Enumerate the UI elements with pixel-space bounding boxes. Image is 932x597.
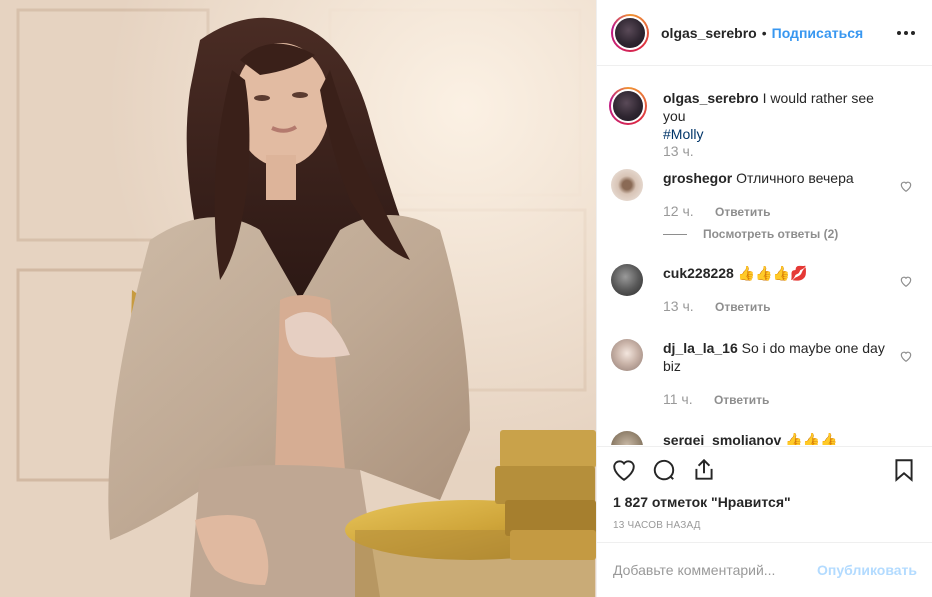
post-header: olgas_serebro • Подписаться bbox=[597, 0, 932, 66]
reply-button[interactable]: Ответить bbox=[714, 393, 769, 407]
instagram-post-view: olgas_serebro • Подписаться olgas_serebr… bbox=[0, 0, 932, 597]
heart-icon[interactable] bbox=[899, 179, 913, 193]
comment-time[interactable]: 12 ч. bbox=[663, 203, 694, 219]
comments-list[interactable]: olgas_serebro I would rather see you #Mo… bbox=[597, 67, 932, 445]
add-comment-bar: Опубликовать bbox=[597, 542, 932, 597]
comment-username[interactable]: cuk228228 bbox=[663, 265, 734, 281]
comment-time[interactable]: 13 ч. bbox=[663, 298, 694, 314]
post-photo[interactable] bbox=[0, 0, 596, 597]
separator-dot: • bbox=[761, 24, 767, 41]
comment-username[interactable]: dj_la_la_16 bbox=[663, 340, 738, 356]
comment-body: sergei_smolianov 👍👍👍 bbox=[663, 431, 891, 445]
caption-meta: 13 ч. bbox=[663, 143, 694, 159]
reply-button[interactable]: Ответить bbox=[715, 205, 770, 219]
bookmark-icon[interactable] bbox=[891, 457, 917, 483]
comment-meta: 11 ч. Ответить bbox=[663, 391, 769, 407]
post-comment-button[interactable]: Опубликовать bbox=[817, 562, 917, 578]
comment-body: cuk228228 👍👍👍💋 bbox=[663, 264, 891, 282]
more-horizontal-icon[interactable] bbox=[897, 24, 915, 42]
comment-text: Отличного вечера bbox=[736, 170, 854, 186]
likes-count[interactable]: 1 827 отметок "Нравится" bbox=[613, 494, 791, 510]
reply-button[interactable]: Ответить bbox=[715, 300, 770, 314]
action-icons bbox=[611, 457, 921, 487]
caption-username[interactable]: olgas_serebro bbox=[663, 90, 759, 106]
follow-button[interactable]: Подписаться bbox=[772, 25, 864, 41]
share-icon[interactable] bbox=[691, 457, 717, 483]
comment-avatar[interactable] bbox=[611, 264, 643, 296]
comment-text: 👍👍👍💋 bbox=[737, 265, 808, 281]
caption-body: olgas_serebro I would rather see you #Mo… bbox=[663, 89, 891, 143]
heart-icon[interactable] bbox=[611, 457, 637, 483]
comment-time[interactable]: 11 ч. bbox=[663, 391, 693, 407]
view-replies-button[interactable]: Посмотреть ответы (2) bbox=[663, 227, 838, 241]
comment-text: 👍👍👍 bbox=[785, 432, 838, 445]
comment-avatar[interactable] bbox=[611, 431, 643, 445]
caption-hashtag[interactable]: #Molly bbox=[663, 126, 703, 142]
comment-body: groshegor Отличного вечера bbox=[663, 169, 891, 187]
author-username[interactable]: olgas_serebro bbox=[661, 25, 757, 41]
author-avatar[interactable] bbox=[611, 13, 649, 52]
comment-body: dj_la_la_16 So i do maybe one day biz bbox=[663, 339, 891, 375]
heart-icon[interactable] bbox=[899, 349, 913, 363]
comment-username[interactable]: sergei_smolianov bbox=[663, 432, 781, 445]
comment-input[interactable] bbox=[613, 562, 818, 578]
comment-avatar[interactable] bbox=[611, 339, 643, 371]
comment-username[interactable]: groshegor bbox=[663, 170, 732, 186]
post-actions: 1 827 отметок "Нравится" 13 ЧАСОВ НАЗАД bbox=[597, 446, 932, 551]
comment-avatar[interactable] bbox=[611, 169, 643, 201]
comment-meta: 13 ч. Ответить bbox=[663, 298, 770, 314]
view-replies-label[interactable]: Посмотреть ответы (2) bbox=[703, 227, 838, 241]
caption-avatar[interactable] bbox=[609, 87, 647, 125]
heart-icon[interactable] bbox=[899, 274, 913, 288]
post-sidebar: olgas_serebro • Подписаться olgas_serebr… bbox=[596, 0, 932, 597]
comment-meta: 12 ч. Ответить bbox=[663, 203, 770, 219]
comment-icon[interactable] bbox=[651, 457, 677, 483]
replies-divider bbox=[663, 233, 687, 235]
posted-time[interactable]: 13 ЧАСОВ НАЗАД bbox=[613, 520, 701, 531]
caption-time[interactable]: 13 ч. bbox=[663, 143, 694, 159]
